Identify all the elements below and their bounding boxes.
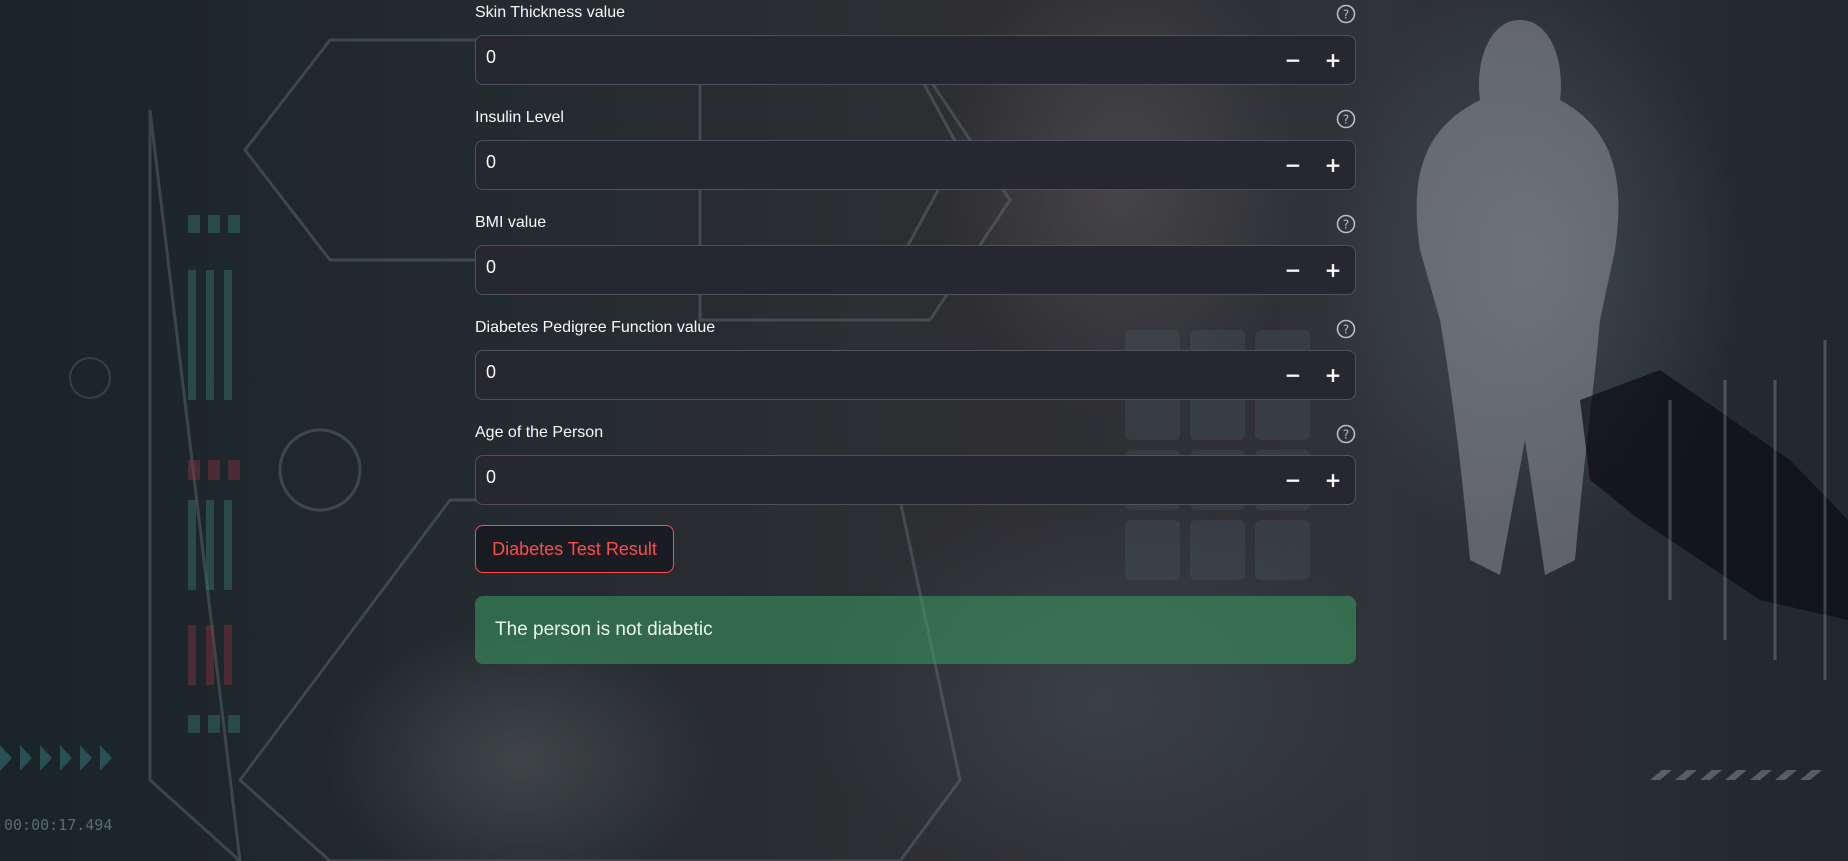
diabetes-test-result-button[interactable]: Diabetes Test Result — [475, 525, 674, 573]
svg-text:?: ? — [1343, 113, 1349, 127]
insulin-input[interactable]: 0 − + — [475, 140, 1356, 190]
decrement-button[interactable]: − — [1277, 464, 1309, 496]
pedigree-label: Diabetes Pedigree Function value — [475, 319, 716, 336]
svg-text:?: ? — [1343, 323, 1349, 337]
increment-button[interactable]: + — [1317, 149, 1349, 181]
pedigree-value[interactable]: 0 — [486, 362, 496, 383]
skin-thickness-label-row: Skin Thickness value ? — [475, 0, 1356, 26]
decrement-button[interactable]: − — [1277, 254, 1309, 286]
increment-button[interactable]: + — [1317, 359, 1349, 391]
skin-thickness-label: Skin Thickness value — [475, 4, 625, 21]
svg-text:?: ? — [1343, 218, 1349, 232]
result-message: The person is not diabetic — [495, 619, 713, 640]
age-label: Age of the Person — [475, 424, 604, 441]
decrement-button[interactable]: − — [1277, 149, 1309, 181]
insulin-label-row: Insulin Level ? — [475, 105, 1356, 131]
bmi-label-row: BMI value ? — [475, 210, 1356, 236]
age-label-row: Age of the Person ? — [475, 420, 1356, 446]
svg-text:?: ? — [1343, 8, 1349, 22]
help-icon[interactable]: ? — [1336, 319, 1356, 339]
age-value[interactable]: 0 — [486, 467, 496, 488]
help-icon[interactable]: ? — [1336, 214, 1356, 234]
background-hud-timestamp: 00:00:17.494 — [4, 816, 113, 834]
insulin-label: Insulin Level — [475, 109, 564, 126]
decrement-button[interactable]: − — [1277, 359, 1309, 391]
bmi-value[interactable]: 0 — [486, 257, 496, 278]
increment-button[interactable]: + — [1317, 44, 1349, 76]
help-icon[interactable]: ? — [1336, 424, 1356, 444]
bmi-label: BMI value — [475, 214, 547, 231]
result-success-alert: The person is not diabetic — [475, 596, 1356, 664]
decrement-button[interactable]: − — [1277, 44, 1309, 76]
help-icon[interactable]: ? — [1336, 4, 1356, 24]
bmi-input[interactable]: 0 − + — [475, 245, 1356, 295]
pedigree-label-row: Diabetes Pedigree Function value ? — [475, 315, 1356, 341]
skin-thickness-input[interactable]: 0 − + — [475, 35, 1356, 85]
increment-button[interactable]: + — [1317, 464, 1349, 496]
svg-text:?: ? — [1343, 428, 1349, 442]
pedigree-input[interactable]: 0 − + — [475, 350, 1356, 400]
insulin-value[interactable]: 0 — [486, 152, 496, 173]
skin-thickness-value[interactable]: 0 — [486, 47, 496, 68]
app-page: 00:00:17.494 Skin Thickness value ? 0 − … — [0, 0, 1848, 861]
help-icon[interactable]: ? — [1336, 109, 1356, 129]
age-input[interactable]: 0 − + — [475, 455, 1356, 505]
increment-button[interactable]: + — [1317, 254, 1349, 286]
